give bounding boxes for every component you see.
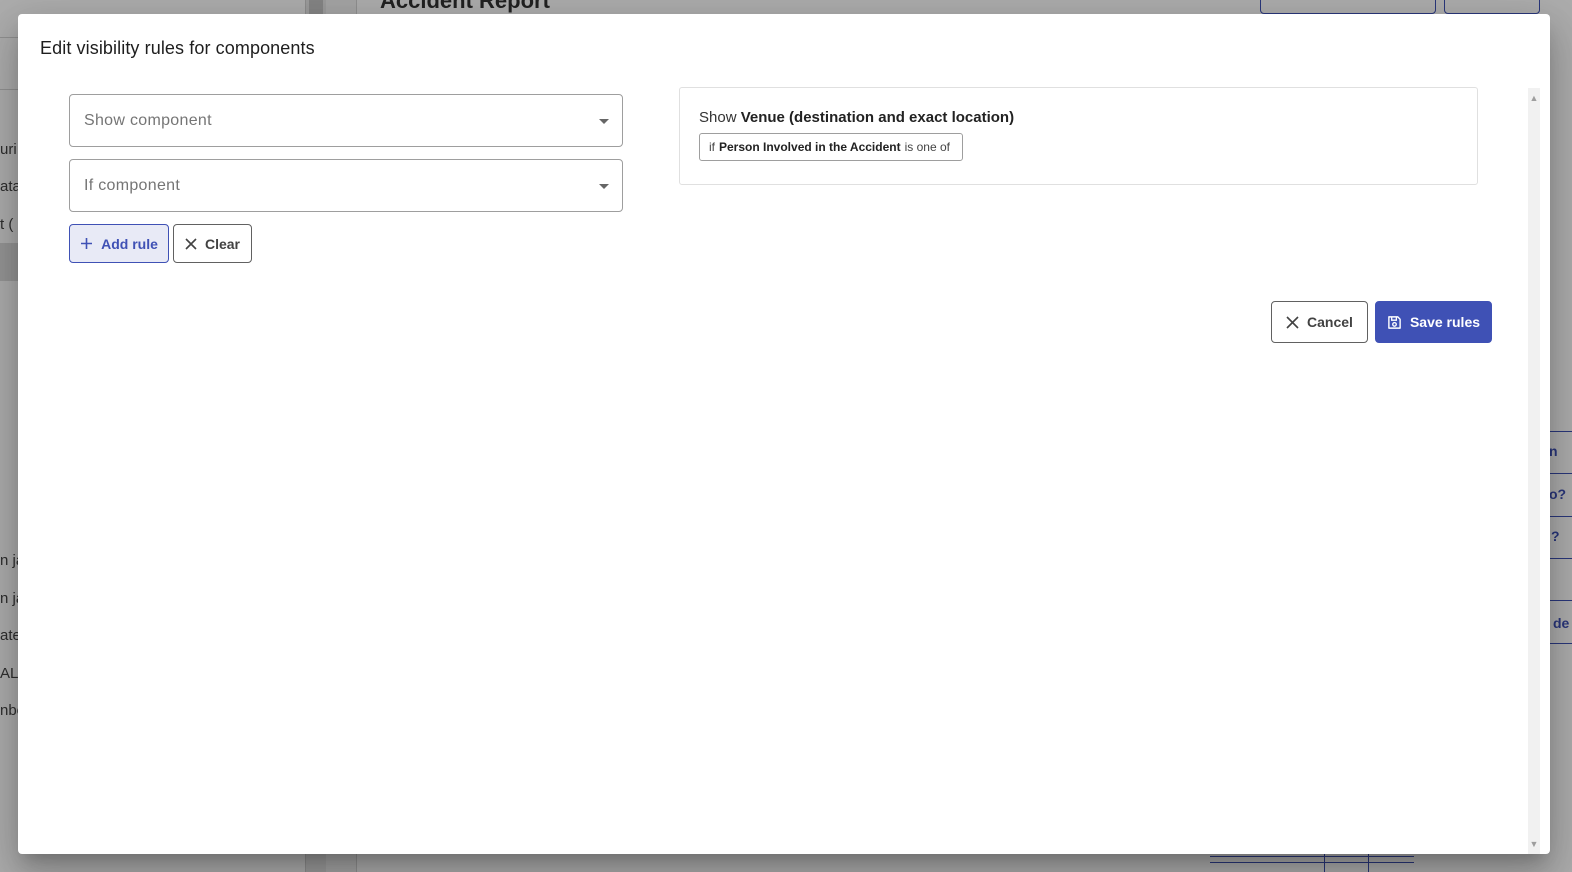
plus-icon bbox=[81, 238, 93, 249]
close-icon bbox=[1286, 315, 1299, 329]
visibility-rules-dialog: Edit visibility rules for components Sho… bbox=[18, 14, 1550, 854]
rule-target-component: Venue (destination and exact location) bbox=[740, 109, 1015, 126]
scroll-up-icon[interactable]: ▲ bbox=[1528, 92, 1540, 104]
if-component-select[interactable]: If component bbox=[69, 159, 623, 212]
close-icon bbox=[185, 237, 197, 250]
dialog-title: Edit visibility rules for components bbox=[40, 38, 315, 58]
caret-down-icon bbox=[599, 119, 609, 124]
save-rules-label: Save rules bbox=[1409, 314, 1481, 330]
rule-summary: Show Venue (destination and exact locati… bbox=[699, 109, 1014, 126]
cancel-button[interactable]: Cancel bbox=[1271, 301, 1368, 343]
cancel-label: Cancel bbox=[1307, 314, 1353, 330]
add-rule-label: Add rule bbox=[101, 235, 158, 252]
caret-down-icon bbox=[599, 184, 609, 189]
scroll-down-icon[interactable]: ▼ bbox=[1528, 838, 1540, 850]
save-rules-button[interactable]: Save rules bbox=[1375, 301, 1492, 343]
dialog-scrollbar[interactable]: ▲ ▼ bbox=[1528, 88, 1540, 854]
condition-component: Person Involved in the Accident bbox=[719, 140, 901, 154]
floppy-disk-icon bbox=[1388, 315, 1401, 329]
if-component-placeholder: If component bbox=[84, 177, 181, 194]
condition-prefix: if bbox=[709, 140, 715, 154]
show-component-placeholder: Show component bbox=[84, 112, 212, 129]
clear-button[interactable]: Clear bbox=[173, 224, 252, 263]
clear-label: Clear bbox=[204, 235, 241, 252]
show-component-select[interactable]: Show component bbox=[69, 94, 623, 147]
add-rule-button[interactable]: Add rule bbox=[69, 224, 169, 263]
condition-operator: is one of bbox=[904, 140, 950, 154]
rule-card: Show Venue (destination and exact locati… bbox=[679, 87, 1478, 185]
rule-show-prefix: Show bbox=[699, 109, 737, 126]
rule-condition-chip[interactable]: if Person Involved in the Accident is on… bbox=[699, 133, 963, 161]
